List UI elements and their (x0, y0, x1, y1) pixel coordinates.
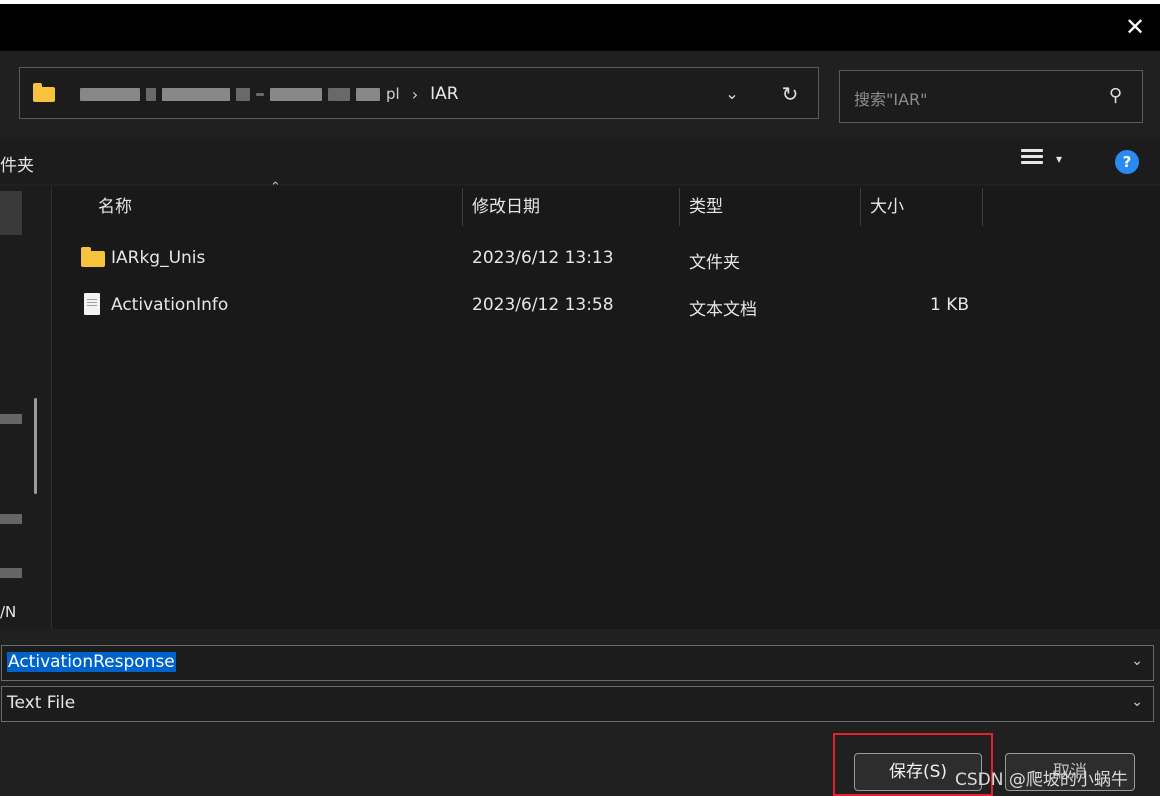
redacted-path-segment (270, 87, 322, 101)
breadcrumb: pl › IAR (80, 82, 459, 106)
title-bar: ✕ (0, 4, 1160, 51)
sort-ascending-icon: ⌃ (270, 180, 281, 195)
file-modified: 2023/6/12 13:13 (472, 248, 614, 268)
breadcrumb-separator-icon: › (411, 84, 419, 104)
file-modified: 2023/6/12 13:58 (472, 295, 614, 315)
file-row[interactable]: IARkg_Unis 2023/6/12 13:13 文件夹 (72, 238, 1002, 278)
nav-item-selected[interactable] (0, 191, 22, 235)
redacted-path-segment (80, 87, 140, 101)
refresh-icon: ↻ (781, 82, 799, 106)
column-divider[interactable] (462, 188, 463, 226)
file-name-input-value[interactable]: ActivationResponse (7, 652, 176, 672)
breadcrumb-current-folder[interactable]: IAR (430, 84, 458, 104)
refresh-button[interactable]: ↻ (778, 82, 802, 106)
redacted-path-segment (328, 87, 350, 101)
redacted-path-segment (162, 87, 230, 101)
address-history-dropdown[interactable]: ⌄ (720, 82, 744, 106)
redacted-path-segment (236, 87, 250, 101)
view-dropdown-icon[interactable]: ▾ (1056, 152, 1062, 166)
help-icon[interactable]: ? (1115, 150, 1139, 174)
file-type-value: Text File (7, 693, 76, 713)
column-divider[interactable] (860, 188, 861, 226)
search-icon: ⚲ (1108, 85, 1122, 106)
redacted-path-segment (356, 87, 380, 101)
new-folder-button[interactable]: 件夹 (0, 151, 34, 176)
file-row[interactable]: ActivationInfo 2023/6/12 13:58 文本文档 1 KB (72, 285, 1002, 325)
file-type: 文本文档 (689, 300, 757, 320)
column-divider[interactable] (982, 188, 983, 226)
view-options-icon[interactable] (1021, 149, 1043, 171)
close-icon: ✕ (1124, 13, 1146, 41)
column-header-size[interactable]: 大小 (870, 186, 904, 228)
column-header-modified[interactable]: 修改日期 (472, 186, 540, 228)
watermark: CSDN @爬坡的小蜗牛 (955, 770, 1128, 790)
navigation-pane: /N (0, 186, 51, 629)
chevron-down-icon: ⌄ (725, 84, 739, 103)
file-list: ⌃ 名称 修改日期 类型 大小 IARkg_Unis 2023/6/12 13:… (52, 180, 1160, 629)
chevron-down-icon[interactable]: ⌄ (1131, 694, 1143, 710)
file-type-select[interactable]: Text File ⌄ (1, 686, 1154, 722)
search-input[interactable]: 搜索"IAR" ⚲ (839, 70, 1143, 123)
command-bar: 件夹 ▾ ? (0, 139, 1160, 184)
search-placeholder: 搜索"IAR" (854, 90, 928, 109)
file-name: ActivationInfo (111, 295, 229, 315)
close-button[interactable]: ✕ (1124, 13, 1146, 41)
file-type: 文件夹 (689, 253, 740, 273)
redacted-path-segment (256, 92, 264, 96)
nav-scrollbar[interactable] (34, 398, 37, 494)
text-file-icon (84, 293, 100, 315)
folder-icon (81, 247, 105, 267)
save-file-dialog: ✕ pl › IAR ⌄ ↻ 搜索"IAR" ⚲ 件夹 ▾ ? /N ⌃ 名称 … (0, 4, 1160, 796)
redacted-path-segment (146, 87, 156, 101)
folder-icon (33, 83, 55, 102)
chevron-down-icon[interactable]: ⌄ (1131, 653, 1143, 669)
address-bar[interactable]: pl › IAR ⌄ ↻ (19, 67, 819, 119)
breadcrumb-partial-segment: pl (386, 85, 400, 103)
redacted-nav-item[interactable] (0, 568, 22, 578)
column-divider[interactable] (679, 188, 680, 226)
nav-item-label[interactable]: /N (0, 603, 16, 621)
column-header-name[interactable]: 名称 (98, 186, 132, 228)
column-header-type[interactable]: 类型 (689, 186, 723, 228)
redacted-nav-item[interactable] (0, 514, 22, 524)
file-name-combobox[interactable]: ActivationResponse ⌄ (1, 645, 1154, 681)
file-size: 1 KB (930, 295, 970, 315)
file-name: IARkg_Unis (111, 248, 206, 268)
redacted-nav-item[interactable] (0, 414, 22, 424)
